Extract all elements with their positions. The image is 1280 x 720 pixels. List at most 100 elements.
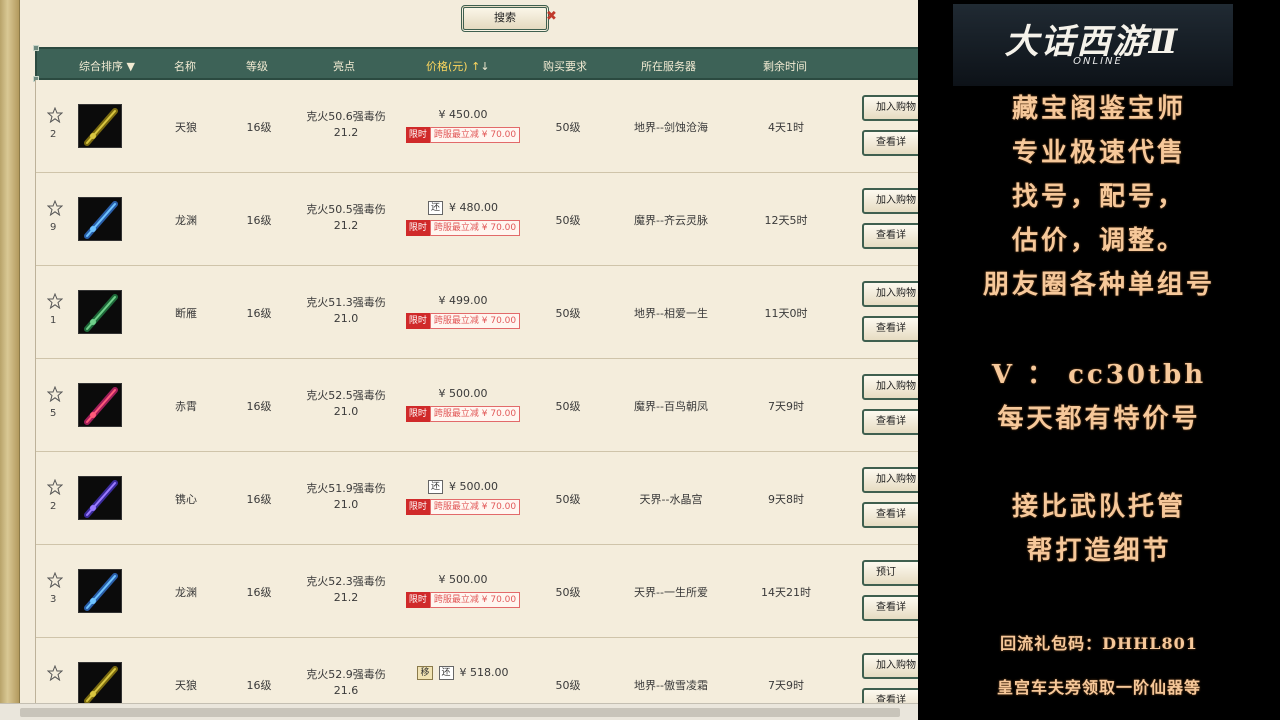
server-name: 魔界--齐云灵脉	[634, 214, 708, 227]
discount-text: 跨服最立减 ¥ 70.00	[429, 499, 521, 515]
table-row: 1 断雁 16级 克火51.3强毒伤 21.0 ¥ 499.00 限时 跨服最立…	[36, 266, 918, 359]
server-name: 魔界--百鸟朝凤	[634, 400, 708, 413]
view-detail-button[interactable]: 查看详	[862, 316, 918, 342]
purchase-requirement: 50级	[555, 214, 581, 227]
limit-tag: 限时	[405, 499, 430, 515]
time-left: 7天9时	[768, 679, 804, 692]
item-thumbnail[interactable]	[78, 383, 122, 427]
item-name[interactable]: 天狼	[166, 677, 206, 693]
price-value: ¥ 480.00	[449, 201, 498, 214]
price-value: ¥ 500.00	[438, 387, 488, 400]
favorite-star-icon[interactable]	[46, 106, 64, 124]
add-to-cart-button[interactable]: 加入购物	[862, 281, 918, 307]
column-level: 等级	[246, 60, 268, 73]
add-to-cart-button[interactable]: 加入购物	[862, 374, 918, 400]
sort-dropdown[interactable]: 综合排序 ▼	[79, 58, 135, 74]
view-detail-button[interactable]: 查看详	[862, 595, 918, 621]
column-requirement: 购买要求	[543, 60, 587, 73]
item-thumbnail[interactable]	[78, 104, 122, 148]
highlight-line-1: 克火52.5强毒伤	[306, 389, 386, 402]
item-level: 16级	[246, 400, 272, 413]
item-name[interactable]: 龙渊	[166, 212, 206, 228]
time-left: 11天0时	[764, 307, 808, 320]
scrollbar-thumb[interactable]	[20, 708, 900, 717]
favorite-star-icon[interactable]	[46, 571, 64, 589]
item-level: 16级	[246, 214, 272, 227]
gift-code: 回流礼包码：DHHL801	[1000, 634, 1198, 653]
favorite-star-icon[interactable]	[46, 664, 64, 682]
view-detail-button[interactable]: 查看详	[862, 409, 918, 435]
promo-badge: 限时 跨服最立减 ¥ 70.00	[402, 592, 524, 608]
highlight-line-2: 21.0	[333, 405, 359, 418]
column-highlight: 亮点	[333, 60, 355, 73]
return-tag: 还	[438, 665, 454, 680]
highlight-line-2: 21.2	[333, 126, 359, 139]
promo-panel: 大话西游Ⅱ ONLINE 藏宝阁鉴宝师 专业极速代售 找号，配号， 估价，调整。…	[918, 0, 1280, 720]
logo-subtitle: ONLINE	[1073, 56, 1123, 67]
item-name[interactable]: 赤霄	[166, 398, 206, 414]
item-price: ¥ 500.00 限时 跨服最立减 ¥ 70.00	[402, 385, 524, 422]
highlight-line-1: 克火51.3强毒伤	[306, 296, 386, 309]
view-detail-button[interactable]: 查看详	[862, 130, 918, 156]
item-price: ¥ 450.00 限时 跨服最立减 ¥ 70.00	[402, 106, 524, 143]
item-highlight: 克火52.3强毒伤 21.2	[296, 574, 396, 606]
favorite-star-icon[interactable]	[46, 199, 64, 217]
promo-badge: 限时 跨服最立减 ¥ 70.00	[402, 220, 524, 236]
item-price: ¥ 499.00 限时 跨服最立减 ¥ 70.00	[402, 292, 524, 329]
purchase-requirement: 50级	[555, 400, 581, 413]
item-name[interactable]: 龙渊	[166, 584, 206, 600]
highlight-line-1: 克火51.9强毒伤	[306, 482, 386, 495]
move-tag: 移	[417, 665, 433, 680]
promo-line: 接比武队托管	[1011, 492, 1186, 522]
highlight-line-1: 克火52.3强毒伤	[306, 575, 386, 588]
item-thumbnail[interactable]	[78, 662, 122, 706]
favorite-count: 3	[50, 594, 57, 605]
favorite-star-icon[interactable]	[46, 292, 64, 310]
item-name[interactable]: 天狼	[166, 119, 206, 135]
view-detail-button[interactable]: 查看详	[862, 502, 918, 528]
return-tag: 还	[428, 200, 444, 215]
discount-text: 跨服最立减 ¥ 70.00	[429, 313, 521, 329]
arrow-up-icon[interactable]: ↑	[471, 60, 480, 73]
arrow-down-icon[interactable]: ↓	[480, 60, 489, 73]
column-name: 名称	[174, 60, 196, 73]
add-to-cart-button[interactable]: 加入购物	[862, 188, 918, 214]
promo-badge: 限时 跨服最立减 ¥ 70.00	[402, 499, 524, 515]
table-row: 5 赤霄 16级 克火52.5强毒伤 21.0 ¥ 500.00 限时 跨服最立…	[36, 359, 918, 452]
search-bar: 搜索 ✖	[20, 0, 918, 44]
favorite-star-icon[interactable]	[46, 385, 64, 403]
item-price: ¥ 500.00 限时 跨服最立减 ¥ 70.00	[402, 571, 524, 608]
item-highlight: 克火50.6强毒伤 21.2	[296, 109, 396, 141]
time-left: 9天8时	[768, 493, 804, 506]
limit-tag: 限时	[405, 220, 430, 236]
highlight-line-2: 21.0	[333, 312, 359, 325]
search-button[interactable]: 搜索	[461, 5, 549, 32]
item-highlight: 克火52.9强毒伤 21.6	[296, 667, 396, 699]
item-name[interactable]: 镌心	[166, 491, 206, 507]
promo-line: 每天都有特价号	[997, 404, 1201, 434]
column-price-sort[interactable]: 价格(元) ↑↓	[426, 58, 490, 74]
limit-tag: 限时	[405, 406, 430, 422]
table-row: 3 龙渊 16级 克火52.3强毒伤 21.2 ¥ 500.00 限时 跨服最立…	[36, 545, 918, 638]
close-icon[interactable]: ✖	[546, 9, 557, 24]
item-thumbnail[interactable]	[78, 197, 122, 241]
add-to-cart-button[interactable]: 加入购物	[862, 653, 918, 679]
promo-badge: 限时 跨服最立减 ¥ 70.00	[402, 313, 524, 329]
limit-tag: 限时	[405, 127, 430, 143]
horizontal-scrollbar[interactable]	[0, 703, 918, 720]
purchase-requirement: 50级	[555, 493, 581, 506]
item-thumbnail[interactable]	[78, 290, 122, 334]
reserve-button[interactable]: 预订	[862, 560, 918, 586]
item-name[interactable]: 断雁	[166, 305, 206, 321]
favorite-star-icon[interactable]	[46, 478, 64, 496]
add-to-cart-button[interactable]: 加入购物	[862, 95, 918, 121]
item-thumbnail[interactable]	[78, 569, 122, 613]
item-price: 还 ¥ 480.00 限时 跨服最立减 ¥ 70.00	[402, 199, 524, 236]
view-detail-button[interactable]: 查看详	[862, 223, 918, 249]
add-to-cart-button[interactable]: 加入购物	[862, 467, 918, 493]
game-logo: 大话西游Ⅱ ONLINE	[953, 4, 1233, 86]
discount-text: 跨服最立减 ¥ 70.00	[429, 406, 521, 422]
server-name: 地界--傲雪凌霜	[634, 679, 708, 692]
item-thumbnail[interactable]	[78, 476, 122, 520]
purchase-requirement: 50级	[555, 679, 581, 692]
